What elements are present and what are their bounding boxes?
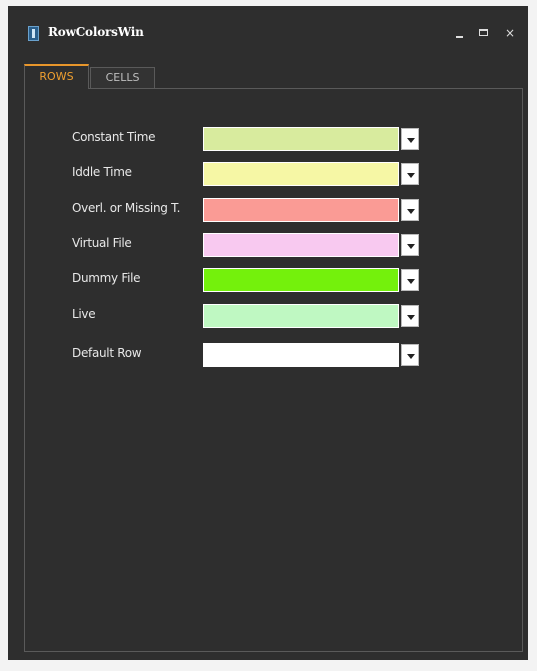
live-color-picker[interactable] — [203, 304, 422, 328]
virtual-file-color-picker[interactable] — [203, 233, 422, 257]
dropdown-button[interactable] — [401, 234, 419, 256]
close-button[interactable]: × — [503, 26, 517, 40]
maximize-icon — [479, 29, 488, 36]
color-swatch[interactable] — [203, 343, 399, 367]
app-icon — [28, 26, 39, 41]
row-dummy-file: Dummy File — [25, 268, 522, 292]
color-swatch[interactable] — [203, 162, 399, 186]
row-colors-window: RowColorsWin × ROWS CELLS Constant Time … — [8, 6, 528, 660]
overlap-missing-color-picker[interactable] — [203, 198, 422, 222]
dropdown-button[interactable] — [401, 305, 419, 327]
dummy-file-color-picker[interactable] — [203, 268, 422, 292]
dropdown-button[interactable] — [401, 344, 419, 366]
row-label: Default Row — [72, 346, 142, 360]
maximize-button[interactable] — [477, 26, 491, 40]
color-swatch[interactable] — [203, 233, 399, 257]
row-label: Iddle Time — [72, 165, 132, 179]
chevron-down-icon — [407, 209, 415, 214]
window-title: RowColorsWin — [48, 25, 144, 39]
dropdown-button[interactable] — [401, 199, 419, 221]
row-label: Live — [72, 307, 96, 321]
chevron-down-icon — [407, 279, 415, 284]
chevron-down-icon — [407, 244, 415, 249]
row-label: Constant Time — [72, 130, 156, 144]
chevron-down-icon — [407, 354, 415, 359]
default-row-color-picker[interactable] — [203, 343, 422, 367]
minimize-button[interactable] — [453, 26, 467, 40]
iddle-time-color-picker[interactable] — [203, 162, 422, 186]
row-label: Dummy File — [72, 271, 141, 285]
chevron-down-icon — [407, 173, 415, 178]
close-icon: × — [504, 26, 516, 40]
row-label: Overl. or Missing T. — [72, 201, 181, 215]
dropdown-button[interactable] — [401, 128, 419, 150]
color-swatch[interactable] — [203, 268, 399, 292]
row-live: Live — [25, 304, 522, 328]
tab-cells[interactable]: CELLS — [90, 67, 155, 88]
constant-time-color-picker[interactable] — [203, 127, 422, 151]
row-virtual-file: Virtual File — [25, 233, 522, 257]
row-overlap-missing: Overl. or Missing T. — [25, 198, 522, 222]
color-swatch[interactable] — [203, 198, 399, 222]
rows-tab-panel: Constant Time Iddle Time Overl. or Missi… — [24, 88, 523, 652]
minimize-icon — [456, 36, 463, 38]
dropdown-button[interactable] — [401, 269, 419, 291]
row-default-row: Default Row — [25, 343, 522, 367]
dropdown-button[interactable] — [401, 163, 419, 185]
chevron-down-icon — [407, 315, 415, 320]
row-constant-time: Constant Time — [25, 127, 522, 151]
color-swatch[interactable] — [203, 304, 399, 328]
row-iddle-time: Iddle Time — [25, 162, 522, 186]
color-swatch[interactable] — [203, 127, 399, 151]
title-bar[interactable]: RowColorsWin × — [8, 6, 528, 62]
tab-rows[interactable]: ROWS — [24, 64, 89, 89]
chevron-down-icon — [407, 138, 415, 143]
row-label: Virtual File — [72, 236, 132, 250]
